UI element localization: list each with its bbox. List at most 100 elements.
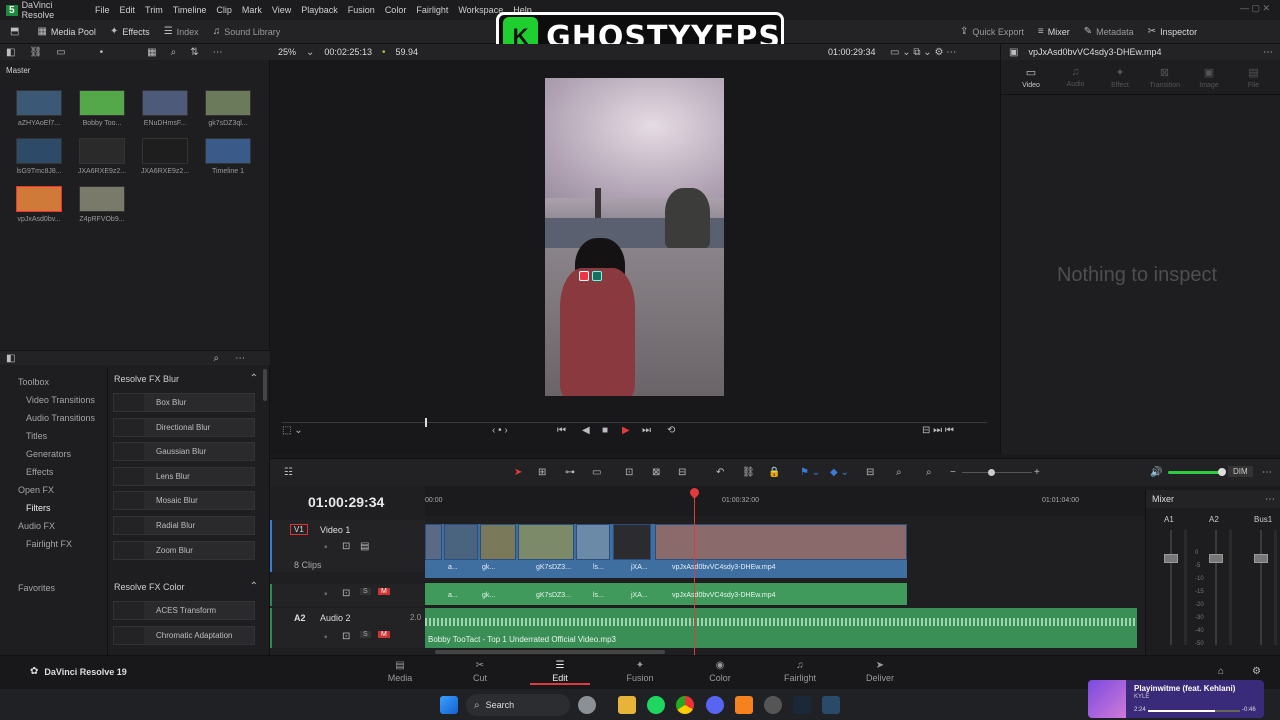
menu-item-file[interactable]: File: [95, 5, 110, 15]
snapping-icon[interactable]: ↶: [716, 467, 724, 478]
home-icon[interactable]: ⌂: [1218, 666, 1224, 677]
volume-slider[interactable]: [1168, 471, 1222, 474]
menu-item-mark[interactable]: Mark: [242, 5, 262, 15]
go-to-start-icon[interactable]: ⏮: [557, 425, 566, 436]
audio-clip-label[interactable]: gk...: [482, 592, 495, 599]
grid-view-icon[interactable]: ▦: [147, 47, 156, 58]
search-icon[interactable]: ⌕: [171, 47, 177, 58]
settings-icon[interactable]: ⚙: [1252, 666, 1261, 677]
sidebar-toggle-icon[interactable]: ◧: [6, 353, 15, 364]
windows-start-icon[interactable]: [440, 696, 458, 714]
fader-handle[interactable]: [1209, 554, 1223, 563]
volume-handle[interactable]: [1218, 468, 1226, 476]
fx-item-chromatic-adaptation[interactable]: Chromatic Adaptation: [113, 625, 255, 645]
quick-export-button[interactable]: ⇪ Quick Export: [960, 26, 1024, 37]
stop-icon[interactable]: ■: [602, 425, 608, 436]
zoom-slider[interactable]: [962, 472, 1032, 473]
volume-icon[interactable]: 🔊: [1150, 467, 1162, 478]
clip-thumbnail[interactable]: [142, 90, 188, 116]
fx-tree-video-transitions[interactable]: Video Transitions: [26, 395, 95, 405]
page-tab-fairlight[interactable]: ♫ Fairlight: [770, 660, 830, 683]
flag-icon[interactable]: ⚑ ⌄: [800, 467, 820, 478]
fx-more-icon[interactable]: ⋯: [235, 353, 245, 364]
track-progress[interactable]: [1148, 710, 1240, 712]
inspector-tab-audio[interactable]: ♫ Audio: [1061, 66, 1091, 88]
fx-item-mosaic-blur[interactable]: Mosaic Blur: [113, 491, 255, 511]
horizontal-scrollbar[interactable]: [435, 650, 665, 654]
lock-track-icon[interactable]: ▪: [324, 632, 328, 643]
mute-button[interactable]: M: [378, 631, 390, 638]
audio-clip-label[interactable]: ls...: [593, 592, 604, 599]
fx-tree-audio-fx[interactable]: Audio FX: [18, 521, 55, 531]
inspector-tab-file[interactable]: ▤ File: [1239, 66, 1269, 89]
a2-audio-clip[interactable]: Bobby TooTact - Top 1 Underrated Officia…: [425, 608, 1137, 648]
play-reverse-icon[interactable]: ◀: [582, 425, 590, 436]
audio-clip-label[interactable]: a...: [448, 592, 458, 599]
fx-tree-audio-transitions[interactable]: Audio Transitions: [26, 413, 95, 423]
solo-button[interactable]: S: [360, 631, 371, 638]
slider-icon[interactable]: •: [100, 47, 104, 58]
menu-item-playback[interactable]: Playback: [301, 5, 338, 15]
fader-handle[interactable]: [1164, 554, 1178, 563]
trim-tool-icon[interactable]: ⊞: [538, 467, 546, 478]
a1-audio-clip[interactable]: [425, 583, 907, 605]
clip-thumbnail[interactable]: [79, 186, 125, 212]
chrome-icon[interactable]: [676, 696, 694, 714]
fx-tree-titles[interactable]: Titles: [26, 431, 47, 441]
fader-track[interactable]: [1215, 530, 1217, 645]
clip-thumbnail[interactable]: [16, 138, 62, 164]
fx-item-lens-blur[interactable]: Lens Blur: [113, 466, 255, 486]
fx-tree-effects[interactable]: Effects: [26, 467, 53, 477]
affinity-icon[interactable]: [735, 696, 753, 714]
page-tab-deliver[interactable]: ➤ Deliver: [850, 660, 910, 683]
fx-item-radial-blur[interactable]: Radial Blur: [113, 516, 255, 535]
fx-tree-toolbox[interactable]: Toolbox: [18, 377, 49, 387]
zoom-detail-icon[interactable]: ⌕: [896, 467, 902, 478]
clip-thumbnail[interactable]: [205, 138, 251, 164]
color-section-header[interactable]: Resolve FX Color ⌃: [114, 581, 258, 592]
sound-library-button[interactable]: ♫ Sound Library: [213, 26, 281, 37]
bin-icon[interactable]: ▭: [56, 47, 65, 58]
video-clip-label[interactable]: gk...: [482, 564, 495, 571]
blur-section-header[interactable]: Resolve FX Blur ⌃: [114, 373, 258, 384]
page-tab-fusion[interactable]: ✦ Fusion: [610, 660, 670, 683]
menu-item-timeline[interactable]: Timeline: [173, 5, 207, 15]
fx-item-gaussian-blur[interactable]: Gaussian Blur: [113, 442, 255, 462]
media-player-widget[interactable]: Playinwitme (feat. Kehlani) KYLE 2:24 -0…: [1088, 680, 1264, 718]
audio-clip-label[interactable]: jXA...: [631, 592, 648, 599]
playhead[interactable]: [694, 491, 695, 655]
timeline-view-icon[interactable]: ☷: [284, 467, 293, 478]
disable-track-icon[interactable]: ▤: [360, 541, 369, 552]
menu-item-view[interactable]: View: [272, 5, 291, 15]
lock-track-icon[interactable]: ▪: [324, 589, 328, 600]
zoom-in-icon[interactable]: +: [1034, 467, 1040, 478]
inspector-tab-transition[interactable]: ⊠ Transition: [1150, 66, 1180, 89]
clip-thumbnail[interactable]: [205, 90, 251, 116]
sort-icon[interactable]: ⇅: [190, 47, 198, 58]
auto-select-icon[interactable]: ⊡: [342, 631, 350, 642]
lock-track-icon[interactable]: ▪: [324, 542, 328, 553]
zoom-out-icon[interactable]: −: [950, 467, 956, 478]
timeline-more-icon[interactable]: ⋯: [1262, 467, 1272, 478]
timeline-ruler[interactable]: [425, 486, 1145, 516]
video-clip-label[interactable]: jXA...: [631, 564, 648, 571]
loop-icon[interactable]: ⟲: [667, 425, 675, 436]
blade-tool-icon[interactable]: ▭: [592, 467, 601, 478]
fx-tree-open-fx[interactable]: Open FX: [18, 485, 54, 495]
selection-tool-icon[interactable]: ➤: [514, 467, 522, 478]
menu-item-clip[interactable]: Clip: [216, 5, 232, 15]
clip-thumbnail[interactable]: [79, 138, 125, 164]
page-tab-edit[interactable]: ☰ Edit: [530, 660, 590, 685]
panel-toggle-icon[interactable]: ◧: [6, 47, 15, 58]
fader-track[interactable]: [1260, 530, 1262, 645]
overwrite-clip-icon[interactable]: ⊠: [652, 467, 660, 478]
video-clip-label[interactable]: gK7sDZ3...: [536, 564, 571, 571]
go-to-end-icon[interactable]: ⏭: [642, 425, 651, 436]
effects-button[interactable]: ✦ Effects: [110, 26, 150, 37]
index-button[interactable]: ☰ Index: [164, 26, 199, 37]
fx-tree-generators[interactable]: Generators: [26, 449, 71, 459]
link-icon[interactable]: ⛓: [29, 47, 42, 58]
audio-clip-label[interactable]: vpJxAsd0bvVC4sdy3-DHEw.mp4: [672, 592, 776, 599]
mute-button[interactable]: M: [378, 588, 390, 595]
marker-icon[interactable]: ◆ ⌄: [830, 467, 849, 478]
